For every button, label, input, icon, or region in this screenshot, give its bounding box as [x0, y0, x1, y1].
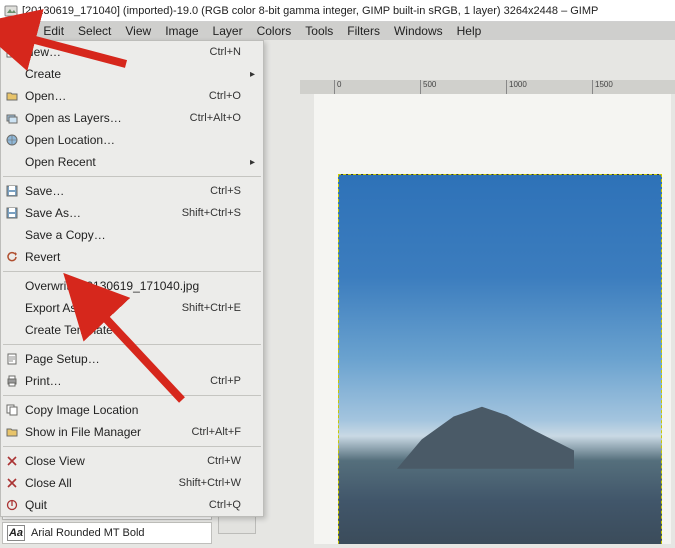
menu-item-shortcut: Ctrl+Alt+F — [191, 426, 241, 438]
window-title: [20130619_171040] (imported)-19.0 (RGB c… — [22, 5, 598, 17]
blank-icon — [5, 279, 19, 293]
menu-item-label: Save a Copy… — [25, 228, 241, 242]
disk-icon — [5, 206, 19, 220]
submenu-indicator: ▸ — [247, 157, 255, 168]
menu-item-shortcut: Ctrl+O — [209, 90, 241, 102]
page-icon — [5, 352, 19, 366]
folder-icon — [5, 89, 19, 103]
image-layer[interactable] — [338, 174, 662, 544]
menu-layer[interactable]: Layer — [207, 23, 249, 39]
menu-item-label: Close All — [25, 476, 173, 490]
menu-item-save-a-copy[interactable]: Save a Copy… — [1, 224, 263, 246]
ruler-horizontal: 0 500 1000 1500 — [300, 80, 675, 94]
menu-item-shortcut: Ctrl+Q — [209, 499, 241, 511]
menu-item-close-view[interactable]: Close View Ctrl+W — [1, 450, 263, 472]
menu-item-label: Save As… — [25, 206, 176, 220]
menu-item-label: Save… — [25, 184, 204, 198]
menu-item-shortcut: Ctrl+N — [210, 46, 241, 58]
menu-item-label: Open… — [25, 89, 203, 103]
menu-item-shortcut: Shift+Ctrl+W — [179, 477, 241, 489]
menu-item-save-as[interactable]: Save As… Shift+Ctrl+S — [1, 202, 263, 224]
file-menu-dropdown: New…Ctrl+NCreate▸Open…Ctrl+OOpen as Laye… — [0, 40, 264, 517]
font-name: Arial Rounded MT Bold — [31, 527, 145, 539]
menu-item-shortcut: Shift+Ctrl+S — [182, 207, 241, 219]
layers-icon — [5, 111, 19, 125]
menu-item-close-all[interactable]: Close All Shift+Ctrl+W — [1, 472, 263, 494]
menu-item-shortcut: Ctrl+S — [210, 185, 241, 197]
globe-icon — [5, 133, 19, 147]
font-swatch: Aa — [7, 525, 25, 541]
blank-icon — [5, 301, 19, 315]
menu-item-show-in-file-manager[interactable]: Show in File Manager Ctrl+Alt+F — [1, 421, 263, 443]
menu-item-label: Close View — [25, 454, 201, 468]
menu-item-revert[interactable]: Revert — [1, 246, 263, 268]
menu-item-label: Revert — [25, 250, 241, 264]
annotation-arrow-export — [72, 290, 202, 413]
menu-filters[interactable]: Filters — [341, 23, 386, 39]
menu-item-open-location[interactable]: Open Location… — [1, 129, 263, 151]
menu-colors[interactable]: Colors — [251, 23, 298, 39]
font-row[interactable]: Aa Arial Rounded MT Bold — [2, 522, 212, 544]
print-icon — [5, 374, 19, 388]
menu-item-shortcut: Ctrl+P — [210, 375, 241, 387]
folder-icon — [5, 425, 19, 439]
mountain-shape — [397, 404, 574, 469]
menu-item-open-recent[interactable]: Open Recent ▸ — [1, 151, 263, 173]
menu-item-save[interactable]: Save… Ctrl+S — [1, 180, 263, 202]
menu-separator — [3, 176, 261, 177]
menu-item-label: Show in File Manager — [25, 425, 185, 439]
menu-item-quit[interactable]: Quit Ctrl+Q — [1, 494, 263, 516]
menu-item-label: Open as Layers… — [25, 111, 184, 125]
close-icon — [5, 476, 19, 490]
blank-icon — [5, 228, 19, 242]
annotation-arrow-file — [6, 16, 136, 79]
menu-item-label: Quit — [25, 498, 203, 512]
revert-icon — [5, 250, 19, 264]
menu-item-shortcut: Ctrl+W — [207, 455, 241, 467]
ruler-tick: 500 — [420, 80, 436, 94]
quit-icon — [5, 498, 19, 512]
menu-item-shortcut: Ctrl+Alt+O — [190, 112, 241, 124]
ruler-tick: 1000 — [506, 80, 527, 94]
menu-item-label: Open Location… — [25, 133, 241, 147]
ruler-tick: 1500 — [592, 80, 613, 94]
menu-separator — [3, 446, 261, 447]
blank-icon — [5, 155, 19, 169]
menu-item-open-as-layers[interactable]: Open as Layers… Ctrl+Alt+O — [1, 107, 263, 129]
copy-icon — [5, 403, 19, 417]
blank-icon — [5, 323, 19, 337]
menu-windows[interactable]: Windows — [388, 23, 449, 39]
menu-image[interactable]: Image — [159, 23, 204, 39]
menu-help[interactable]: Help — [451, 23, 488, 39]
menu-tools[interactable]: Tools — [299, 23, 339, 39]
menu-separator — [3, 271, 261, 272]
disk-icon — [5, 184, 19, 198]
ruler-tick: 0 — [334, 80, 341, 94]
canvas[interactable] — [314, 94, 671, 544]
submenu-indicator: ▸ — [247, 69, 255, 80]
close-icon — [5, 454, 19, 468]
menu-item-label: Open Recent — [25, 155, 241, 169]
menu-item-open[interactable]: Open… Ctrl+O — [1, 85, 263, 107]
